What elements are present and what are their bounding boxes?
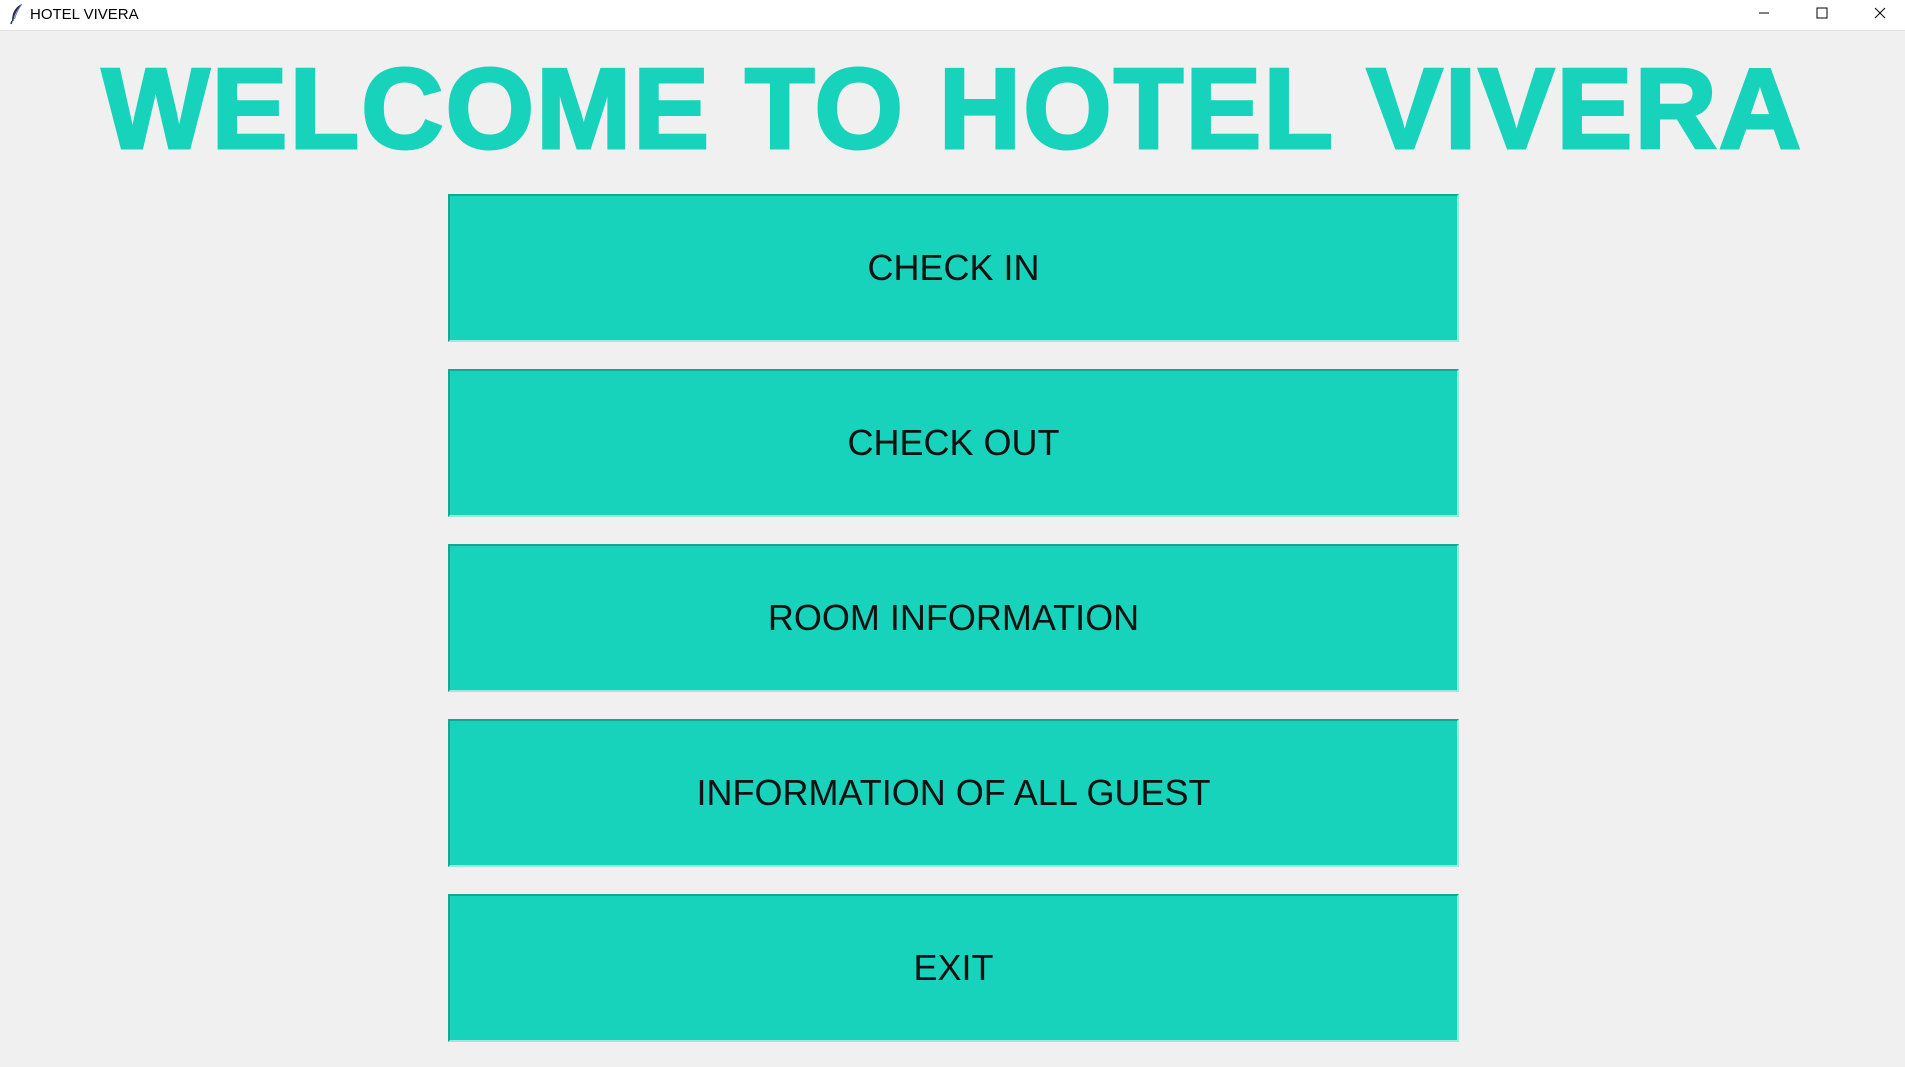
welcome-heading: WELCOME TO HOTEL VIVERA <box>100 46 1804 173</box>
close-button[interactable] <box>1851 0 1905 30</box>
check-out-button[interactable]: CHECK OUT <box>448 369 1459 517</box>
minimize-icon <box>1758 6 1770 24</box>
window-title: HOTEL VIVERA <box>30 6 139 23</box>
button-label: ROOM INFORMATION <box>767 597 1140 638</box>
title-bar: HOTEL VIVERA <box>0 0 1905 31</box>
all-guest-information-button[interactable]: INFORMATION OF ALL GUEST <box>448 719 1459 867</box>
room-information-button[interactable]: ROOM INFORMATION <box>448 544 1459 692</box>
exit-button[interactable]: EXIT <box>448 894 1459 1042</box>
button-label: INFORMATION OF ALL GUEST <box>696 772 1211 813</box>
close-icon <box>1874 6 1886 24</box>
button-label: CHECK OUT <box>847 422 1060 463</box>
check-in-button[interactable]: CHECK IN <box>448 194 1459 342</box>
button-label: EXIT <box>913 947 994 988</box>
feather-icon <box>9 3 25 25</box>
maximize-icon <box>1816 6 1828 24</box>
button-label: CHECK IN <box>867 247 1040 288</box>
minimize-button[interactable] <box>1735 0 1793 30</box>
maximize-button[interactable] <box>1793 0 1851 30</box>
